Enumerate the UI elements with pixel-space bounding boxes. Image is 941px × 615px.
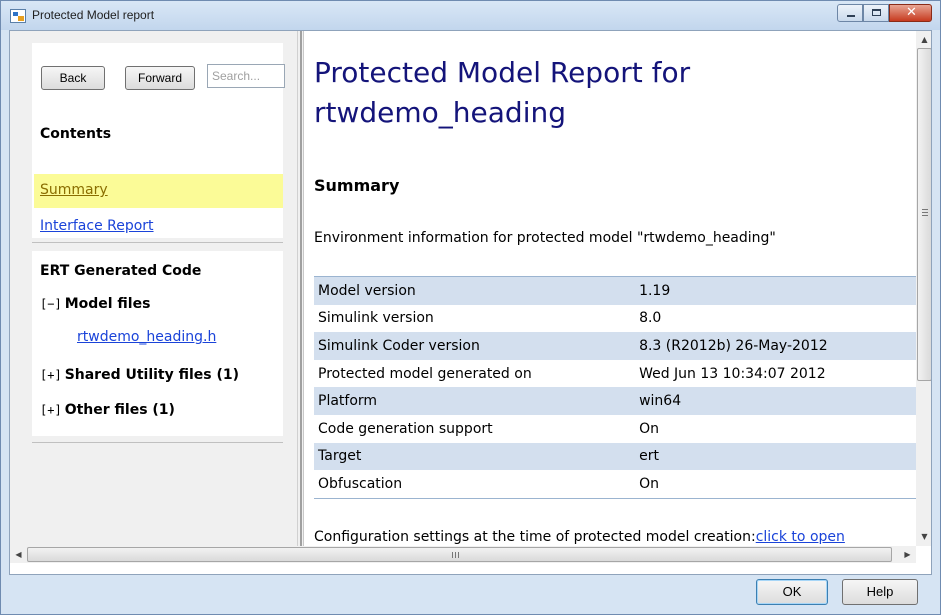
table-cell-value: ert: [629, 442, 916, 471]
tree-label: Model files: [64, 296, 151, 312]
collapse-toggle[interactable]: [−]: [40, 297, 62, 311]
scroll-down-arrow-icon[interactable]: ▼: [916, 528, 931, 545]
section-divider: [32, 442, 283, 443]
table-cell-label: Platform: [314, 387, 630, 415]
environment-info-text: Environment information for protected mo…: [314, 230, 776, 246]
ok-button[interactable]: OK: [756, 579, 828, 605]
report-title: Protected Model Report for rtwdemo_headi…: [314, 56, 691, 129]
search-input[interactable]: [207, 64, 285, 88]
configuration-settings-text: Configuration settings at the time of pr…: [314, 529, 845, 545]
table-cell-value: Wed Jun 13 10:34:07 2012: [639, 365, 826, 382]
expand-toggle[interactable]: [+]: [40, 403, 62, 417]
forward-button[interactable]: Forward: [125, 66, 195, 90]
tree-label: Other files (1): [64, 402, 175, 418]
table-cell-label: Model version: [314, 275, 630, 305]
table-row: Obfuscation On: [314, 470, 916, 498]
table-row: Target ert: [314, 442, 916, 471]
vertical-scrollbar[interactable]: ▲ ▼: [916, 31, 931, 546]
vertical-scroll-thumb[interactable]: [917, 48, 931, 381]
tree-node-other-files[interactable]: [+] Other files (1): [40, 402, 175, 418]
window-controls: ✕: [837, 4, 932, 24]
window-title: Protected Model report: [32, 8, 155, 22]
generated-code-heading: ERT Generated Code: [40, 263, 202, 279]
table-row: Platform win64: [314, 387, 916, 415]
help-button[interactable]: Help: [842, 579, 918, 605]
tree-label: Shared Utility files (1): [64, 367, 240, 383]
interface-report-link[interactable]: Interface Report: [40, 218, 154, 234]
contents-panel: Back Forward Contents Summary Interface …: [32, 43, 285, 238]
table-row: Model version 1.19: [314, 275, 916, 305]
simulink-app-icon: [10, 9, 26, 23]
table-cell-label: Simulink version: [318, 310, 434, 327]
table-cell-label: Target: [314, 442, 630, 471]
tree-node-model-files[interactable]: [−] Model files: [40, 296, 150, 312]
table-cell-value: 1.19: [629, 275, 916, 305]
maximize-icon: [872, 9, 881, 16]
click-to-open-link[interactable]: click to open: [756, 529, 845, 545]
table-cell-value: On: [639, 420, 659, 437]
generated-code-panel: ERT Generated Code [−] Model files rtwdem…: [32, 251, 283, 436]
section-divider: [32, 242, 283, 243]
table-cell-value: 8.0: [639, 310, 662, 327]
table-cell-label: Obfuscation: [318, 475, 403, 492]
grip-icon: [452, 552, 459, 558]
table-cell-label: Code generation support: [318, 420, 493, 437]
report-content: Protected Model Report for rtwdemo_headi…: [304, 31, 916, 546]
table-row: Protected model generated on Wed Jun 13 …: [314, 360, 916, 388]
grip-icon: [922, 209, 928, 216]
tree-node-shared-utility-files[interactable]: [+] Shared Utility files (1): [40, 367, 239, 383]
close-button[interactable]: ✕: [889, 4, 932, 22]
table-row: Simulink Coder version 8.3 (R2012b) 26-M…: [314, 332, 916, 360]
scroll-up-arrow-icon[interactable]: ▲: [916, 31, 931, 48]
report-window: Protected Model report ✕ Back Forward Co…: [0, 0, 941, 615]
table-row: Simulink version 8.0: [314, 305, 916, 333]
summary-link[interactable]: Summary: [40, 182, 108, 198]
file-link-rtwdemo-heading-h[interactable]: rtwdemo_heading.h: [77, 329, 216, 345]
horizontal-scroll-thumb[interactable]: [27, 547, 892, 562]
back-button[interactable]: Back: [41, 66, 105, 90]
scroll-right-arrow-icon[interactable]: ▶: [899, 546, 916, 563]
summary-heading: Summary: [314, 176, 400, 195]
title-bar[interactable]: Protected Model report ✕: [1, 1, 940, 30]
expand-toggle[interactable]: [+]: [40, 368, 62, 382]
horizontal-scrollbar[interactable]: ◀ ▶: [10, 546, 916, 563]
nav-item-summary[interactable]: Summary: [34, 174, 283, 208]
table-cell-label: Protected model generated on: [318, 365, 532, 382]
pane-splitter[interactable]: [297, 31, 304, 546]
navigation-pane: Back Forward Contents Summary Interface …: [10, 31, 297, 546]
environment-info-table: Model version 1.19 Simulink version 8.0 …: [314, 275, 916, 499]
minimize-icon: [847, 15, 855, 17]
report-browser: Back Forward Contents Summary Interface …: [9, 30, 932, 575]
maximize-button[interactable]: [863, 4, 889, 22]
scroll-left-arrow-icon[interactable]: ◀: [10, 546, 27, 563]
close-icon: ✕: [906, 5, 917, 20]
table-cell-value: win64: [629, 387, 916, 415]
table-cell-value: 8.3 (R2012b) 26-May-2012: [629, 332, 916, 360]
table-row: Code generation support On: [314, 415, 916, 443]
table-cell-value: On: [639, 475, 659, 492]
configuration-settings-label: Configuration settings at the time of pr…: [314, 529, 756, 545]
contents-heading: Contents: [40, 126, 112, 142]
table-cell-label: Simulink Coder version: [314, 332, 630, 360]
minimize-button[interactable]: [837, 4, 863, 22]
